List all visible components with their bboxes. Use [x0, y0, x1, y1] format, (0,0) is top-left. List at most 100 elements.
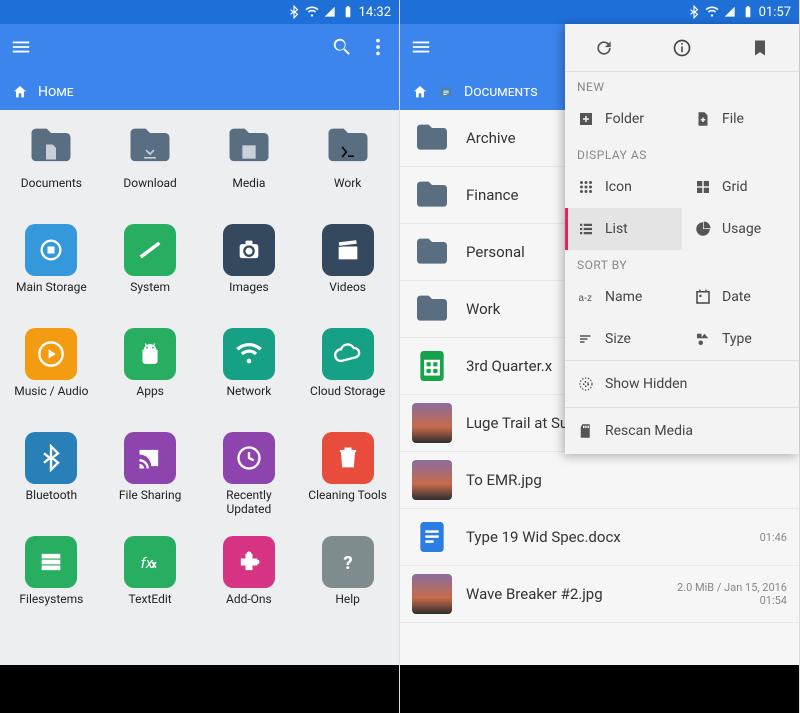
breadcrumb: Home: [0, 74, 399, 110]
sort-name[interactable]: Name: [565, 276, 682, 318]
signal-icon: [323, 5, 337, 19]
status-bar: 14:32: [0, 0, 399, 24]
documents-folder-icon: [438, 84, 454, 100]
grid-item[interactable]: Documents: [6, 120, 96, 190]
grid-item[interactable]: Bluetooth: [6, 432, 96, 502]
grid-item-label: Cloud Storage: [310, 384, 385, 398]
section-new: NEW: [565, 72, 799, 98]
section-sort: SORT BY: [565, 250, 799, 276]
display-icon[interactable]: Icon: [565, 166, 682, 208]
info-button[interactable]: [643, 24, 721, 71]
nav-home[interactable]: [189, 676, 211, 702]
home-icon: [12, 84, 28, 100]
bookmark-icon: [750, 38, 770, 58]
grid-item-label: Media: [232, 176, 265, 190]
menu-button[interactable]: [410, 36, 432, 62]
grid-item-label: Documents: [21, 176, 82, 190]
grid-item[interactable]: Images: [204, 224, 294, 294]
nav-back[interactable]: [456, 676, 478, 702]
folder-icon: [412, 118, 452, 158]
menu-button[interactable]: [10, 36, 32, 62]
grid-item[interactable]: TextEdit: [105, 536, 195, 606]
grid-item[interactable]: Music / Audio: [6, 328, 96, 398]
grid-item-label: Recently Updated: [204, 488, 294, 517]
display-list[interactable]: List: [565, 208, 682, 250]
grid-item[interactable]: Videos: [303, 224, 393, 294]
battery-icon: [741, 5, 755, 19]
list-row[interactable]: Wave Breaker #2.jpg2.0 MiB / Jan 15, 201…: [400, 566, 799, 623]
grid-item-label: TextEdit: [129, 592, 172, 606]
sort-type[interactable]: Type: [682, 318, 799, 360]
grid-item[interactable]: Cloud Storage: [303, 328, 393, 398]
trash-icon: [322, 432, 374, 484]
grid-item-label: Main Storage: [16, 280, 87, 294]
sheet-icon: [412, 346, 452, 386]
grid-item[interactable]: Download: [105, 120, 195, 190]
grid-item[interactable]: File Sharing: [105, 432, 195, 502]
new-folder[interactable]: Folder: [565, 98, 682, 140]
grid-item[interactable]: Work: [303, 120, 393, 190]
refresh-icon: [594, 38, 614, 58]
square-icon: [322, 676, 344, 698]
image-thumb: [412, 574, 452, 614]
grid-item[interactable]: Media: [204, 120, 294, 190]
nav-bar: [400, 665, 799, 713]
nav-recent[interactable]: [322, 676, 344, 702]
bookmark-button[interactable]: [721, 24, 799, 71]
app-bar: [0, 24, 399, 74]
display-usage[interactable]: Usage: [682, 208, 799, 250]
grid-item[interactable]: Cleaning Tools: [303, 432, 393, 502]
grid-icon: [694, 178, 712, 196]
show-hidden[interactable]: Show Hidden: [565, 361, 799, 407]
breadcrumb-label: Home: [38, 84, 74, 100]
grid-item[interactable]: Help: [303, 536, 393, 606]
grid-item[interactable]: Recently Updated: [204, 432, 294, 517]
overflow-popup: NEW Folder File DISPLAY AS Icon Grid Lis…: [565, 24, 799, 454]
new-file[interactable]: File: [682, 98, 799, 140]
camera-icon: [223, 224, 275, 276]
nav-home[interactable]: [589, 676, 611, 702]
list-row[interactable]: To EMR.jpg: [400, 452, 799, 509]
bluetooth-icon: [287, 5, 301, 19]
menu-icon: [410, 36, 432, 58]
grid-item-label: Help: [335, 592, 360, 606]
grid-item[interactable]: Network: [204, 328, 294, 398]
breadcrumb-label: Documents: [464, 84, 538, 100]
puzzle-icon: [223, 536, 275, 588]
display-grid[interactable]: Grid: [682, 166, 799, 208]
screen-documents: 01:57 Documents ArchiveFinancePersonalWo…: [400, 0, 800, 713]
grid-item-label: Work: [334, 176, 361, 190]
rescan-media[interactable]: Rescan Media: [565, 408, 799, 454]
list-row[interactable]: Type 19 Wid Spec.docx01:46: [400, 509, 799, 566]
grid-item-label: Network: [226, 384, 271, 398]
status-bar: 01:57: [400, 0, 799, 24]
size-icon: [577, 330, 595, 348]
clock-icon: [223, 432, 275, 484]
grid-item[interactable]: Main Storage: [6, 224, 96, 294]
home-grid[interactable]: Documents Download Media Work Main Stora…: [0, 110, 399, 665]
nav-back[interactable]: [56, 676, 78, 702]
grid-item[interactable]: Filesystems: [6, 536, 96, 606]
doc-icon: [412, 517, 452, 557]
cloud-icon: [322, 328, 374, 380]
disks-icon: [25, 536, 77, 588]
signal-icon: [723, 5, 737, 19]
sort-date[interactable]: Date: [682, 276, 799, 318]
list-icon: [577, 220, 595, 238]
grid-item[interactable]: System: [105, 224, 195, 294]
grid-item[interactable]: Apps: [105, 328, 195, 398]
row-name: Wave Breaker #2.jpg: [466, 585, 663, 603]
refresh-button[interactable]: [565, 24, 643, 71]
overflow-button[interactable]: [367, 36, 389, 62]
search-button[interactable]: [331, 36, 353, 62]
sort-size[interactable]: Size: [565, 318, 682, 360]
row-meta: 01:46: [760, 531, 787, 544]
help-icon: [322, 536, 374, 588]
fx-icon: [124, 536, 176, 588]
menu-icon: [10, 36, 32, 58]
nav-recent[interactable]: [722, 676, 744, 702]
add-file-icon: [694, 110, 712, 128]
az-icon: [577, 288, 595, 306]
grid-item[interactable]: Add-Ons: [204, 536, 294, 606]
section-display: DISPLAY AS: [565, 140, 799, 166]
